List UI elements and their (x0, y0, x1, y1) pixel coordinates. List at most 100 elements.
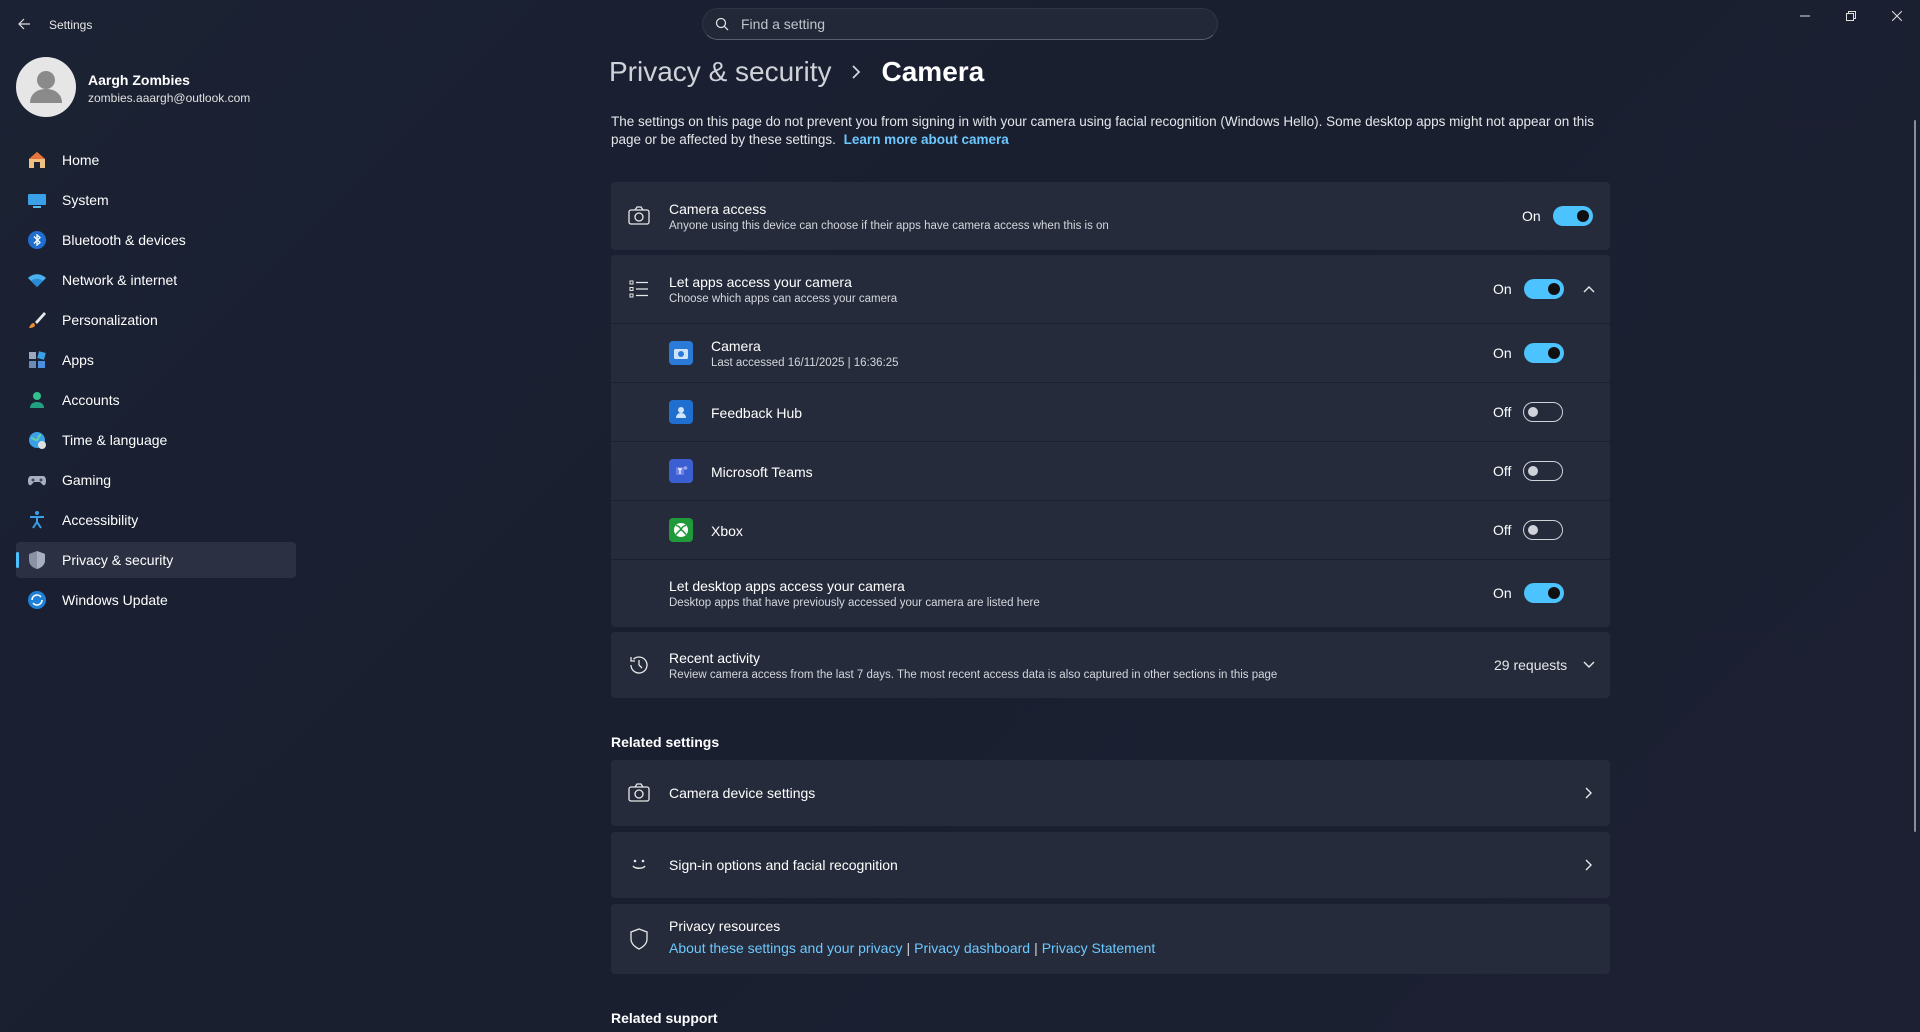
sidebar-item-windows-update[interactable]: Windows Update (16, 582, 296, 618)
chevron-up-icon[interactable] (1581, 281, 1597, 297)
user-name: Aargh Zombies (88, 72, 190, 88)
back-button[interactable] (10, 12, 38, 36)
sidebar-item-accounts[interactable]: Accounts (16, 382, 296, 418)
sidebar-item-home[interactable]: Home (16, 142, 296, 178)
divider (611, 500, 1610, 501)
microsoft-teams-toggle[interactable] (1523, 461, 1564, 481)
home-icon (26, 149, 48, 171)
sidebar-item-label: Apps (62, 352, 94, 368)
chevron-right-icon (1581, 857, 1597, 873)
close-button[interactable] (1874, 4, 1920, 28)
privacy-resources-card: Privacy resources About these settings a… (611, 904, 1610, 974)
privacy-links: About these settings and your privacy | Pr… (669, 940, 1155, 958)
minimize-button[interactable] (1782, 4, 1828, 28)
camera-device-settings-card[interactable]: Camera device settings (611, 760, 1610, 826)
about-privacy-link[interactable]: About these settings and your privacy (669, 940, 902, 956)
related-support-heading: Related support (611, 1010, 718, 1026)
feedback-hub-toggle-group: Off (1493, 402, 1564, 422)
xbox-icon (669, 518, 693, 542)
avatar[interactable] (16, 57, 76, 117)
restore-icon (1846, 11, 1856, 21)
app-last-accessed: Last accessed 16/11/2025 | 16:36:25 (711, 357, 899, 369)
divider (611, 323, 1610, 324)
search-input[interactable]: Find a setting (702, 8, 1218, 40)
let-apps-toggle[interactable] (1523, 279, 1564, 299)
let-apps-card: Let apps access your camera Choose which… (611, 255, 1610, 627)
restore-button[interactable] (1828, 4, 1874, 28)
let-apps-title: Let apps access your camera (669, 274, 852, 290)
desktop-apps-toggle[interactable] (1523, 583, 1564, 603)
feedback-hub-icon (669, 400, 693, 424)
privacy-dashboard-link[interactable]: Privacy dashboard (914, 940, 1030, 956)
camera-app-toggle[interactable] (1523, 343, 1564, 363)
sidebar-item-time-language[interactable]: Time & language (16, 422, 296, 458)
chevron-right-icon (850, 65, 862, 79)
sidebar-item-label: Windows Update (62, 592, 168, 608)
sidebar-item-network[interactable]: Network & internet (16, 262, 296, 298)
sign-in-options-card[interactable]: Sign-in options and facial recognition (611, 832, 1610, 898)
sidebar-item-label: System (62, 192, 109, 208)
page-title: Camera (881, 56, 985, 87)
page-description: The settings on this page do not prevent… (611, 113, 1617, 149)
sidebar-item-gaming[interactable]: Gaming (16, 462, 296, 498)
camera-access-title: Camera access (669, 201, 767, 217)
shield-outline-icon (627, 927, 651, 951)
xbox-state: Off (1493, 522, 1512, 538)
accessibility-icon (26, 509, 48, 531)
feedback-hub-state: Off (1493, 404, 1512, 420)
related-settings-heading: Related settings (611, 734, 720, 750)
privacy-resources-title: Privacy resources (669, 918, 781, 934)
apps-icon (26, 349, 48, 371)
desktop-apps-state: On (1493, 585, 1512, 601)
minimize-icon (1800, 15, 1810, 17)
scrollbar[interactable] (1914, 120, 1916, 832)
close-icon (1892, 11, 1902, 21)
chevron-down-icon[interactable] (1581, 657, 1597, 673)
sidebar-item-label: Personalization (62, 312, 158, 328)
sidebar-item-label: Gaming (62, 472, 112, 488)
system-icon (26, 189, 48, 211)
breadcrumb-parent[interactable]: Privacy & security (609, 56, 832, 88)
title-bar: Settings Find a setting (0, 0, 1920, 48)
feedback-hub-toggle[interactable] (1523, 402, 1564, 422)
sidebar-item-personalization[interactable]: Personalization (16, 302, 296, 338)
let-apps-state: On (1493, 281, 1512, 297)
camera-device-settings-label: Camera device settings (669, 785, 816, 801)
accounts-icon (26, 389, 48, 411)
sidebar-item-apps[interactable]: Apps (16, 342, 296, 378)
sign-in-options-label: Sign-in options and facial recognition (669, 857, 898, 873)
camera-icon (627, 204, 651, 228)
list-icon (627, 277, 651, 301)
sidebar-item-privacy-security[interactable]: Privacy & security (16, 542, 296, 578)
globe-icon (26, 429, 48, 451)
sidebar-item-bluetooth[interactable]: Bluetooth & devices (16, 222, 296, 258)
sidebar-item-accessibility[interactable]: Accessibility (16, 502, 296, 538)
breadcrumb: Privacy & security Camera (609, 56, 984, 88)
camera-access-toggle-group: On (1522, 206, 1593, 226)
sidebar-item-label: Home (62, 152, 100, 168)
recent-activity-count: 29 requests (1494, 657, 1568, 673)
app-title: Settings (49, 18, 93, 32)
description-text: The settings on this page do not prevent… (611, 114, 1595, 147)
history-icon (627, 653, 651, 677)
xbox-toggle-group: Off (1493, 520, 1564, 540)
camera-access-state: On (1522, 208, 1541, 224)
learn-more-link[interactable]: Learn more about camera (844, 132, 1009, 147)
link-separator: | (1034, 940, 1038, 956)
camera-access-toggle[interactable] (1552, 206, 1593, 226)
recent-activity-card[interactable]: Recent activity Review camera access fro… (611, 632, 1610, 698)
wifi-icon (26, 269, 48, 291)
app-name: Feedback Hub (711, 405, 803, 421)
privacy-statement-link[interactable]: Privacy Statement (1042, 940, 1156, 956)
camera-icon (627, 781, 651, 805)
microsoft-teams-state: Off (1493, 463, 1512, 479)
divider (611, 382, 1610, 383)
app-name: Xbox (711, 523, 743, 539)
chevron-right-icon (1581, 785, 1597, 801)
sidebar-nav: Home System Bluetooth & devices Network … (16, 142, 296, 622)
xbox-toggle[interactable] (1523, 520, 1564, 540)
app-name: Microsoft Teams (711, 464, 813, 480)
let-apps-subtitle: Choose which apps can access your camera (669, 293, 898, 305)
sidebar-item-system[interactable]: System (16, 182, 296, 218)
gamepad-icon (26, 469, 48, 491)
